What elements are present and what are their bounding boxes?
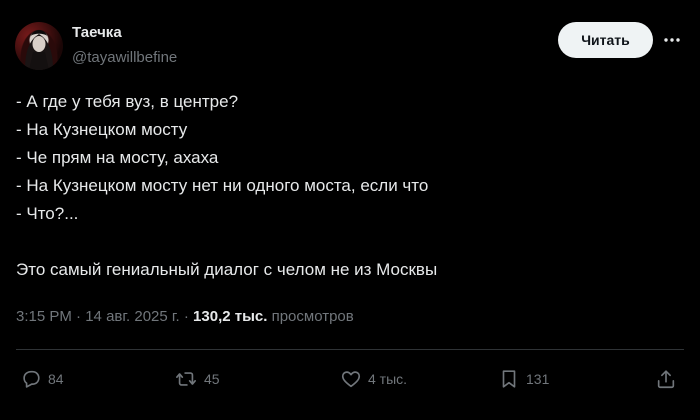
like-count: 4 тыс.: [368, 371, 408, 387]
author-handle[interactable]: @tayawillbefine: [72, 48, 177, 68]
meta-separator: ·: [179, 308, 194, 325]
tweet-line: Это самый гениальный диалог с челом не и…: [16, 260, 438, 279]
like-button[interactable]: 4 тыс.: [340, 365, 407, 393]
tweet-line: - На Кузнецком мосту: [16, 120, 188, 139]
bookmark-button[interactable]: 131: [498, 365, 549, 393]
tweet-line: - На Кузнецком мосту нет ни одного моста…: [16, 176, 429, 195]
author-block: Таечка @tayawillbefine: [72, 24, 177, 68]
follow-button[interactable]: Читать: [558, 22, 653, 58]
avatar[interactable]: [15, 22, 63, 70]
tweet-card: Таечка @tayawillbefine Читать - А где у …: [0, 0, 700, 420]
tweet-text: - А где у тебя вуз, в центре? - На Кузне…: [16, 88, 686, 284]
tweet-time[interactable]: 3:15 PM: [16, 308, 72, 325]
repost-button[interactable]: 45: [174, 365, 220, 393]
bookmark-icon: [502, 370, 516, 388]
author-display-name[interactable]: Таечка: [72, 24, 177, 42]
tweet-date[interactable]: 14 авг. 2025 г.: [85, 308, 179, 325]
views-label: просмотров: [267, 308, 354, 325]
bookmark-count: 131: [526, 371, 550, 387]
repost-count: 45: [204, 371, 220, 387]
reply-icon: [23, 370, 40, 388]
divider: [16, 349, 684, 350]
views-count: 130,2 тыс.: [193, 308, 268, 325]
more-dots-icon[interactable]: [658, 26, 686, 54]
share-button[interactable]: [655, 365, 677, 393]
meta-separator: ·: [71, 308, 86, 325]
repost-icon: [176, 372, 196, 386]
tweet-meta: 3:15 PM · 14 авг. 2025 г. · 130,2 тыс. п…: [16, 308, 354, 325]
tweet-line: - Что?...: [16, 204, 79, 223]
reply-count: 84: [48, 371, 64, 387]
reply-button[interactable]: 84: [20, 365, 64, 393]
heart-icon: [341, 371, 361, 388]
tweet-line: - Че прям на мосту, ахаха: [16, 148, 219, 167]
share-icon: [657, 370, 675, 389]
tweet-line: - А где у тебя вуз, в центре?: [16, 92, 239, 111]
